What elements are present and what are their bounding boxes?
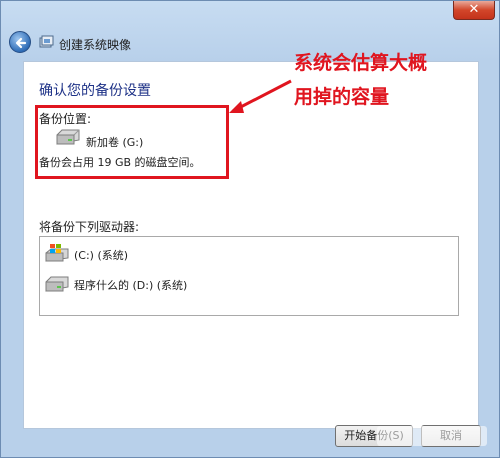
watermark-overlay bbox=[377, 426, 487, 446]
close-button[interactable]: ✕ bbox=[453, 1, 495, 20]
highlight-box bbox=[35, 105, 229, 179]
title-bar: ✕ bbox=[1, 1, 500, 25]
backup-window: ✕ 创建系统映像 确认您的备份设置 备份位置: 新加卷 (G:) 备份会占用 1… bbox=[0, 0, 500, 458]
window-title: 创建系统映像 bbox=[59, 38, 132, 52]
backup-app-icon bbox=[39, 35, 54, 48]
back-button[interactable] bbox=[9, 31, 31, 53]
annotation-line-1: 系统会估算大概 bbox=[294, 52, 428, 74]
drives-to-backup-label: 将备份下列驱动器: bbox=[39, 220, 140, 234]
list-item-drive-d: 程序什么的 (D:) (系统) bbox=[44, 273, 454, 295]
list-item-drive-c: (C:) (系统) bbox=[44, 243, 454, 265]
close-icon: ✕ bbox=[468, 2, 480, 17]
hard-drive-icon bbox=[45, 276, 69, 292]
windows-drive-icon bbox=[45, 244, 69, 262]
annotation-callout: 系统会估算大概 用掉的容量 bbox=[294, 46, 464, 114]
drive-list: (C:) (系统) 程序什么的 (D:) (系统) bbox=[39, 236, 459, 316]
page-heading: 确认您的备份设置 bbox=[39, 83, 151, 99]
content-panel: 确认您的备份设置 备份位置: 新加卷 (G:) 备份会占用 19 GB 的磁盘空… bbox=[23, 61, 479, 429]
back-arrow-icon bbox=[15, 37, 27, 49]
annotation-line-2: 用掉的容量 bbox=[294, 86, 390, 108]
drive-c-label: (C:) (系统) bbox=[74, 249, 129, 262]
drive-d-label: 程序什么的 (D:) (系统) bbox=[74, 279, 188, 292]
